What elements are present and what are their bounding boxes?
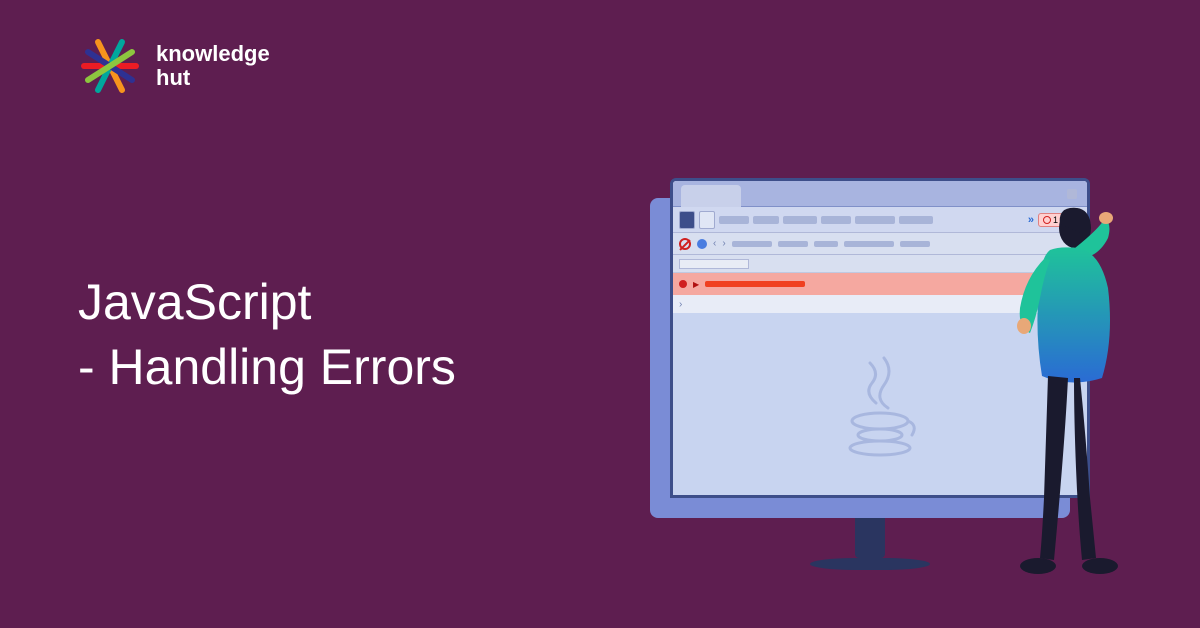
toolbar-item [821,216,851,224]
filter-item [814,241,838,247]
computer-illustration: » 1 ✕ ‹ › ▶ [650,178,1130,598]
logo-star-icon [78,34,142,98]
toolbar-item [899,216,933,224]
logo-text-line2: hut [156,66,270,90]
filter-item [732,241,772,247]
monitor-stand [830,518,910,568]
arrow-right-icon: › [722,238,725,249]
filter-item [900,241,930,247]
inspector-icon [679,211,695,229]
browser-tab [681,185,741,207]
context-dot-icon [697,239,707,249]
java-logo-icon [840,353,920,463]
toolbar-item [783,216,817,224]
title-line2: - Handling Errors [78,335,456,400]
toolbar-item [719,216,749,224]
clear-console-icon [679,238,691,250]
log-input-placeholder [679,259,749,269]
arrow-left-icon: ‹ [713,238,716,249]
title-line1: JavaScript [78,270,456,335]
toolbar-item [753,216,779,224]
logo-text-line1: knowledge [156,42,270,66]
toolbar-item [855,216,895,224]
prompt-chevron-icon: › [679,299,682,310]
error-message-bar [705,281,805,287]
person-illustration [970,198,1150,578]
filter-item [778,241,808,247]
error-expand-icon: ▶ [693,280,699,289]
filter-item [844,241,894,247]
page-title: JavaScript - Handling Errors [78,270,456,400]
error-dot-icon [679,280,687,288]
logo-text: knowledge hut [156,42,270,90]
device-icon [699,211,715,229]
logo: knowledge hut [78,34,270,98]
